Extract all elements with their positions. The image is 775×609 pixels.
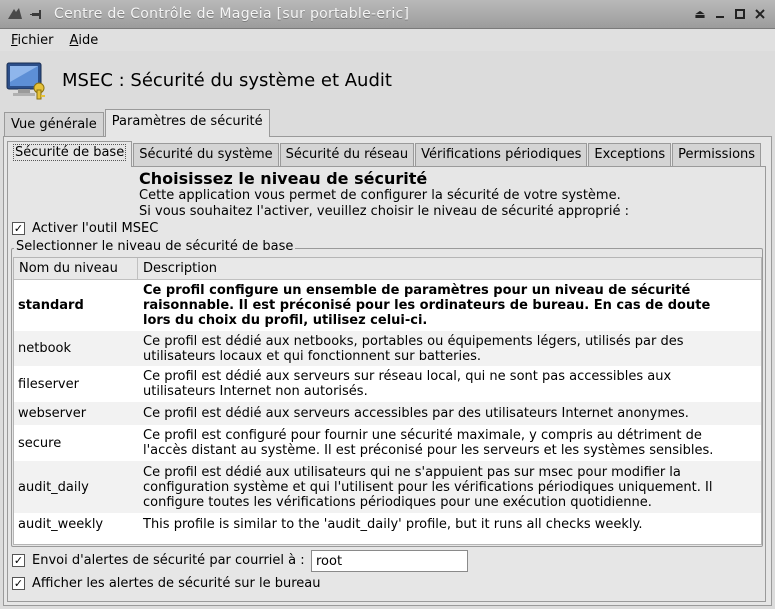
tab-securite-du-systeme[interactable]: Sécurité du système <box>133 143 279 167</box>
menu-fichier[interactable]: Fichier <box>6 32 59 49</box>
table-row[interactable]: standard Ce profil configure un ensemble… <box>14 280 761 331</box>
menu-aide[interactable]: Aide <box>65 32 104 49</box>
table-header: Nom du niveau Description <box>14 258 761 280</box>
close-icon[interactable] <box>753 7 767 21</box>
level-group-legend: Selectionner le niveau de sécurité de ba… <box>14 239 296 254</box>
level-name: fileserver <box>18 376 79 392</box>
table-row[interactable]: netbook Ce profil est dédié aux netbooks… <box>14 331 761 366</box>
level-table: Nom du niveau Description standard Ce pr… <box>13 257 762 545</box>
tab-securite-de-base[interactable]: Sécurité de base <box>7 141 133 167</box>
level-name: standard <box>18 298 84 313</box>
desktop-alerts-checkbox[interactable]: ✓ <box>12 577 25 590</box>
intro-heading: Choisissez le niveau de sécurité <box>139 169 428 188</box>
level-description: Ce profil configure un ensemble de param… <box>143 283 711 328</box>
page-header: MSEC : Sécurité du système et Audit <box>6 58 392 102</box>
table-row[interactable]: webserver Ce profil est dédié aux serveu… <box>14 402 761 425</box>
title-bar-icons <box>6 6 48 22</box>
intro-line-2: Si vous souhaitez l'activer, veuillez ch… <box>139 204 630 219</box>
table-row[interactable]: audit_weekly This profile is similar to … <box>14 513 761 535</box>
desktop-alerts-label: Afficher les alertes de sécurité sur le … <box>32 576 321 591</box>
pin-icon[interactable] <box>28 6 46 22</box>
window-title: Centre de Contrôle de Mageia [sur portab… <box>54 6 410 22</box>
tab-exceptions[interactable]: Exceptions <box>588 143 672 167</box>
column-header-name[interactable]: Nom du niveau <box>14 258 138 280</box>
desktop-alerts-row[interactable]: ✓ Afficher les alertes de sécurité sur l… <box>12 576 320 591</box>
security-monitor-icon <box>6 60 48 100</box>
table-row[interactable]: secure Ce profil est configuré pour four… <box>14 425 761 461</box>
level-description: Ce profil est dédié aux serveurs sur rés… <box>143 369 672 399</box>
inner-tab-bar: Sécurité de base Sécurité du système Séc… <box>7 141 762 167</box>
tab-parametres-securite[interactable]: Paramètres de sécurité <box>104 109 270 137</box>
menu-bar: Fichier Aide <box>0 29 775 51</box>
level-description: Ce profil est configuré pour fournir une… <box>143 428 714 458</box>
title-bar: Centre de Contrôle de Mageia [sur portab… <box>0 0 775 29</box>
app-menu-icon[interactable] <box>6 6 24 22</box>
intro-section: Choisissez le niveau de sécurité Cette a… <box>139 169 629 220</box>
intro-line-1: Cette application vous permet de configu… <box>139 188 621 203</box>
enable-msec-row[interactable]: ✓ Activer l'outil MSEC <box>12 221 158 236</box>
level-description: Ce profil est dédié aux serveurs accessi… <box>143 406 689 421</box>
level-description: This profile is similar to the 'audit_da… <box>143 516 643 532</box>
shade-icon[interactable]: ⏏ <box>693 7 707 21</box>
email-alerts-checkbox[interactable]: ✓ <box>12 554 25 567</box>
table-row[interactable]: audit_daily Ce profil est dédié aux util… <box>14 461 761 513</box>
level-name: webserver <box>18 406 87 421</box>
tab-vue-generale[interactable]: Vue générale <box>4 112 104 137</box>
enable-msec-checkbox[interactable]: ✓ <box>12 222 25 235</box>
level-description: Ce profil est dédié aux utilisateurs qui… <box>143 464 713 510</box>
enable-msec-label: Activer l'outil MSEC <box>32 221 159 236</box>
tab-permissions[interactable]: Permissions <box>672 143 762 167</box>
minimize-icon[interactable] <box>713 7 727 21</box>
email-alerts-row[interactable]: ✓ Envoi d'alertes de sécurité par courri… <box>12 553 305 568</box>
level-name: secure <box>18 435 62 451</box>
tab-verifications-periodiques[interactable]: Vérifications périodiques <box>415 143 588 167</box>
level-name: audit_weekly <box>18 516 104 532</box>
maximize-icon[interactable] <box>733 7 747 21</box>
level-description: Ce profil est dédié aux netbooks, portab… <box>143 333 684 364</box>
outer-tab-bar: Vue générale Paramètres de sécurité <box>4 109 271 137</box>
table-row[interactable]: fileserver Ce profil est dédié aux serve… <box>14 366 761 402</box>
level-name: audit_daily <box>18 479 89 495</box>
level-name: netbook <box>18 341 72 356</box>
tab-securite-du-reseau[interactable]: Sécurité du réseau <box>279 143 415 167</box>
column-header-description[interactable]: Description <box>138 258 217 280</box>
email-recipient-input[interactable] <box>311 550 468 572</box>
email-alerts-label: Envoi d'alertes de sécurité par courriel… <box>32 553 305 568</box>
page-title: MSEC : Sécurité du système et Audit <box>62 69 392 91</box>
